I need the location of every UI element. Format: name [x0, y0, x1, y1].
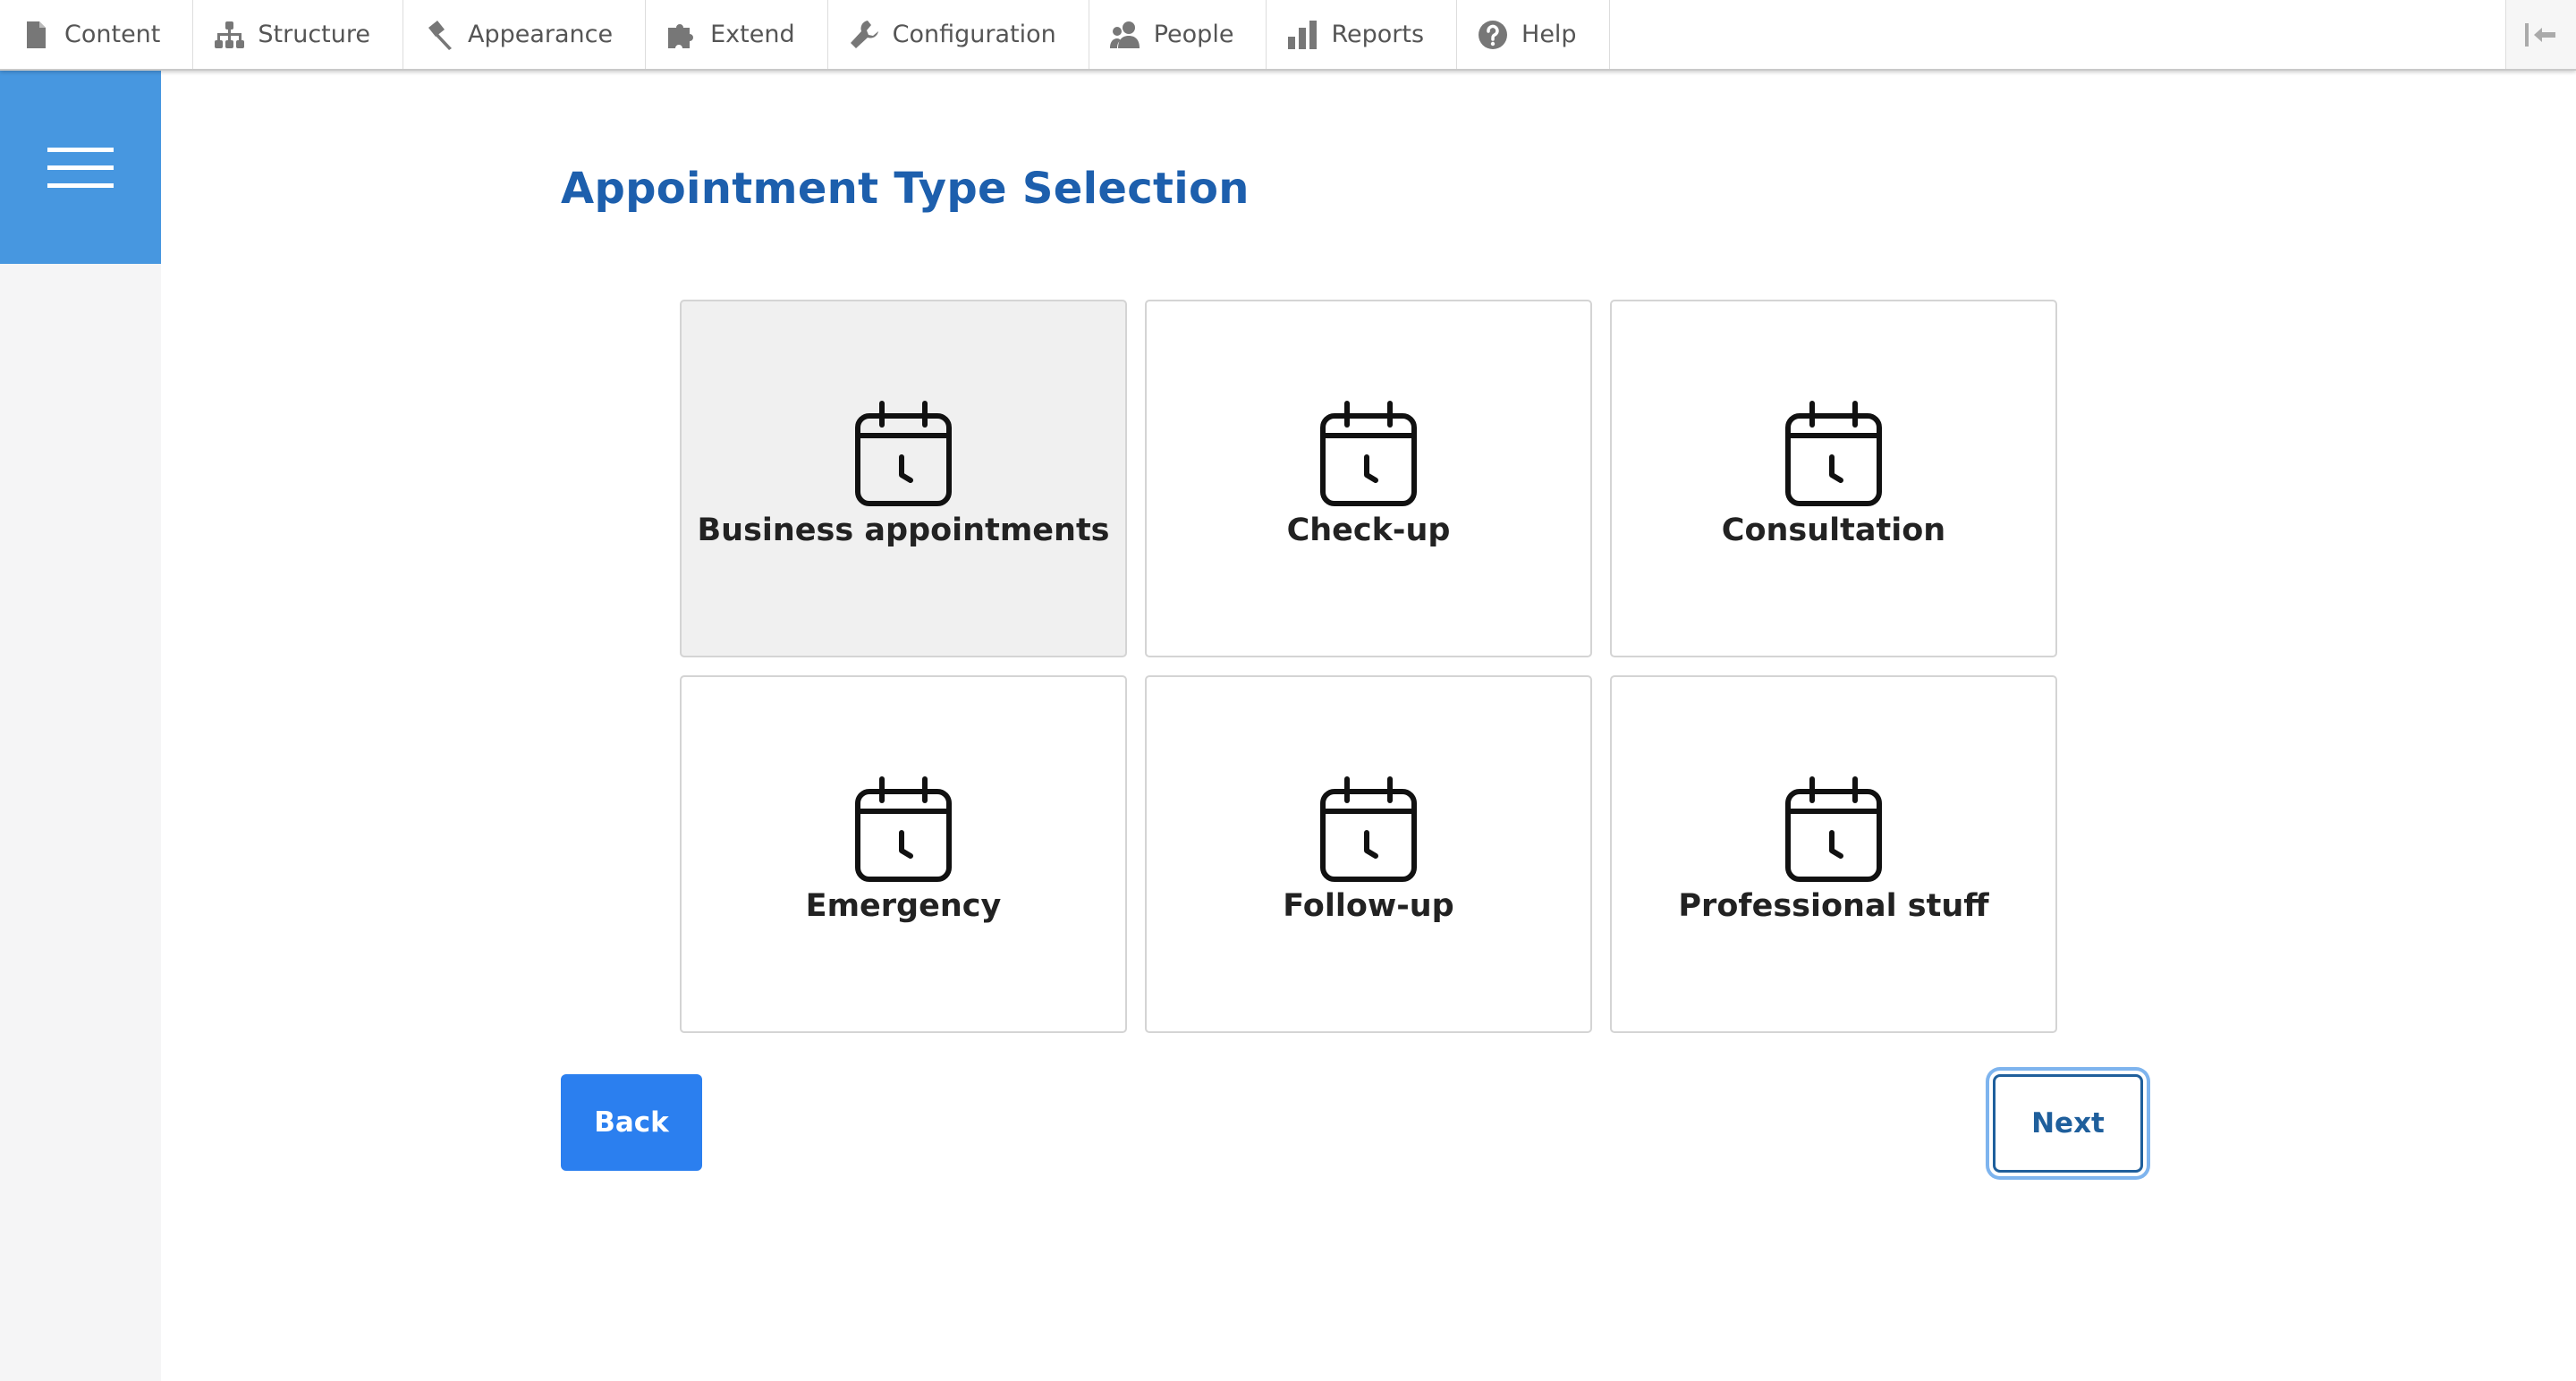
collapse-toolbar-icon: [2523, 21, 2559, 49]
toolbar-item-extend[interactable]: Extend: [646, 0, 828, 69]
appointment-type-label: Emergency: [805, 888, 1002, 924]
toolbar-item-label: Structure: [258, 21, 370, 48]
toolbar-item-configuration[interactable]: Configuration: [828, 0, 1089, 69]
admin-toolbar: Content Structure Appearance Extend Conf…: [0, 0, 2576, 71]
hamburger-menu-icon: [47, 144, 114, 191]
toolbar-item-content[interactable]: Content: [0, 0, 194, 69]
toolbar-item-help[interactable]: Help: [1457, 0, 1610, 69]
calendar-clock-icon: [1318, 400, 1419, 509]
toolbar-item-label: Configuration: [892, 21, 1056, 48]
appointment-type-card-follow-up[interactable]: Follow-up: [1145, 675, 1592, 1033]
appointment-type-card-emergency[interactable]: Emergency: [680, 675, 1127, 1033]
appointment-type-label: Check-up: [1286, 513, 1451, 548]
calendar-clock-icon: [853, 400, 953, 509]
toolbar-item-label: Help: [1521, 21, 1577, 48]
collapse-toolbar-button[interactable]: [2505, 0, 2576, 69]
menu-toggle-button[interactable]: [0, 71, 161, 264]
appointment-type-label: Professional stuff: [1678, 888, 1989, 924]
appointment-type-card-professional-stuff[interactable]: Professional stuff: [1610, 675, 2057, 1033]
calendar-clock-icon: [1784, 400, 1884, 509]
toolbar-item-label: Reports: [1331, 21, 1425, 48]
toolbar-item-label: Content: [64, 21, 161, 48]
help-icon: [1477, 19, 1509, 51]
appointment-type-label: Consultation: [1721, 513, 1946, 548]
calendar-clock-icon: [853, 775, 953, 885]
toolbar-item-appearance[interactable]: Appearance: [403, 0, 647, 69]
appointment-type-label: Business appointments: [697, 513, 1110, 548]
appointment-type-grid: Business appointments Check-up Consultat…: [680, 300, 2057, 1033]
back-button[interactable]: Back: [561, 1074, 702, 1171]
toolbar-item-reports[interactable]: Reports: [1267, 0, 1458, 69]
calendar-clock-icon: [1784, 775, 1884, 885]
next-button[interactable]: Next: [1993, 1074, 2143, 1173]
calendar-clock-icon: [1318, 775, 1419, 885]
appointment-type-card-check-up[interactable]: Check-up: [1145, 300, 1592, 657]
sitemap-icon: [213, 19, 245, 51]
sidebar: [0, 71, 161, 1381]
appointment-type-card-consultation[interactable]: Consultation: [1610, 300, 2057, 657]
toolbar-item-people[interactable]: People: [1089, 0, 1267, 69]
wrench-icon: [848, 19, 880, 51]
toolbar-item-label: People: [1153, 21, 1234, 48]
file-icon: [20, 19, 52, 51]
toolbar-item-structure[interactable]: Structure: [193, 0, 403, 69]
paintbrush-icon: [423, 19, 455, 51]
toolbar-item-label: Appearance: [468, 21, 614, 48]
toolbar-item-label: Extend: [710, 21, 795, 48]
page-title: Appointment Type Selection: [561, 164, 1250, 214]
puzzle-icon: [665, 19, 698, 51]
people-icon: [1109, 19, 1141, 51]
main-content: Appointment Type Selection Business appo…: [161, 71, 2576, 1381]
bar-chart-icon: [1286, 19, 1318, 51]
appointment-type-card-business[interactable]: Business appointments: [680, 300, 1127, 657]
appointment-type-label: Follow-up: [1283, 888, 1454, 924]
